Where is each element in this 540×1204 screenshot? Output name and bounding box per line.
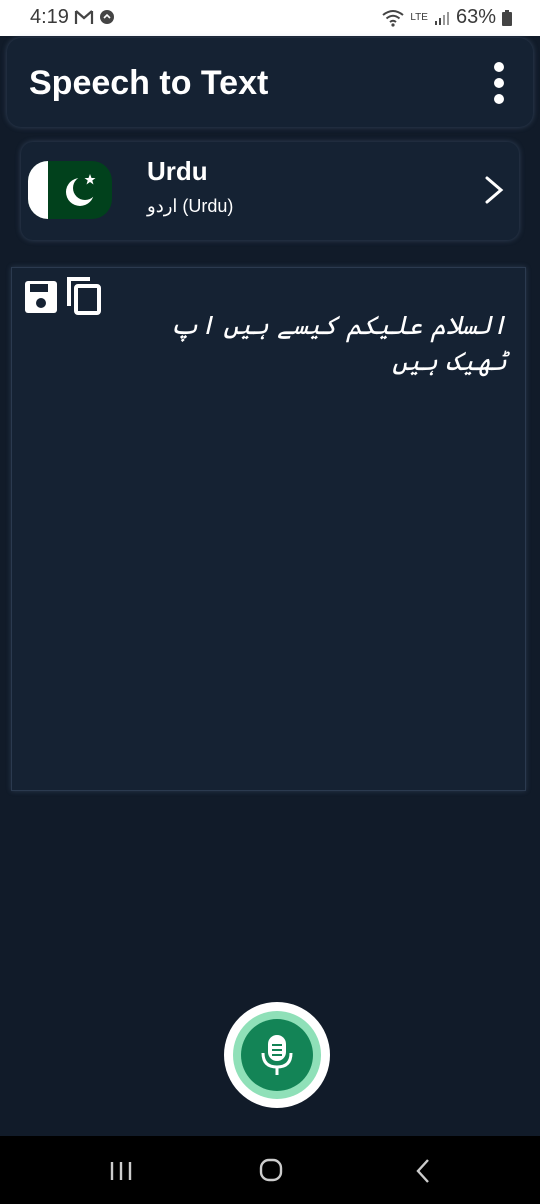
gmail-icon xyxy=(74,10,94,24)
chevron-right-icon xyxy=(485,176,504,204)
recognized-text: السلام علیکم کیسے ہیں اپ ٹھیک ہیں xyxy=(169,311,507,377)
mic-ring xyxy=(233,1011,321,1099)
language-name: Urdu xyxy=(147,156,208,186)
home-icon[interactable] xyxy=(259,1158,283,1182)
language-native-name: اردو (Urdu) xyxy=(147,196,234,216)
battery-percent: 63% xyxy=(455,6,496,28)
mic-button[interactable] xyxy=(224,1002,330,1108)
app-title: Speech to Text xyxy=(29,64,269,102)
status-notification-icons xyxy=(74,8,116,26)
battery-icon xyxy=(502,9,512,26)
more-options-icon[interactable] xyxy=(489,62,509,106)
recent-apps-icon[interactable] xyxy=(108,1160,134,1182)
microphone-icon xyxy=(261,1035,293,1075)
status-time: 4:19 xyxy=(30,6,69,28)
language-selector[interactable]: Urdu اردو (Urdu) xyxy=(21,142,519,240)
status-right: LTE 63% xyxy=(382,6,512,29)
wifi-icon xyxy=(382,9,404,27)
system-nav-bar xyxy=(0,1136,540,1204)
network-type: LTE xyxy=(410,11,428,23)
transcript-area[interactable]: السلام علیکم کیسے ہیں اپ ٹھیک ہیں xyxy=(11,267,526,791)
back-icon[interactable] xyxy=(414,1158,432,1184)
cloud-icon xyxy=(100,10,114,24)
save-icon[interactable] xyxy=(24,280,58,314)
mic-core xyxy=(241,1019,313,1091)
pakistan-flag-icon xyxy=(28,161,112,219)
status-bar: 4:19 LTE 63% xyxy=(0,0,540,36)
signal-icon xyxy=(434,11,449,25)
copy-icon[interactable] xyxy=(66,276,102,316)
app-bar: Speech to Text xyxy=(7,38,533,127)
